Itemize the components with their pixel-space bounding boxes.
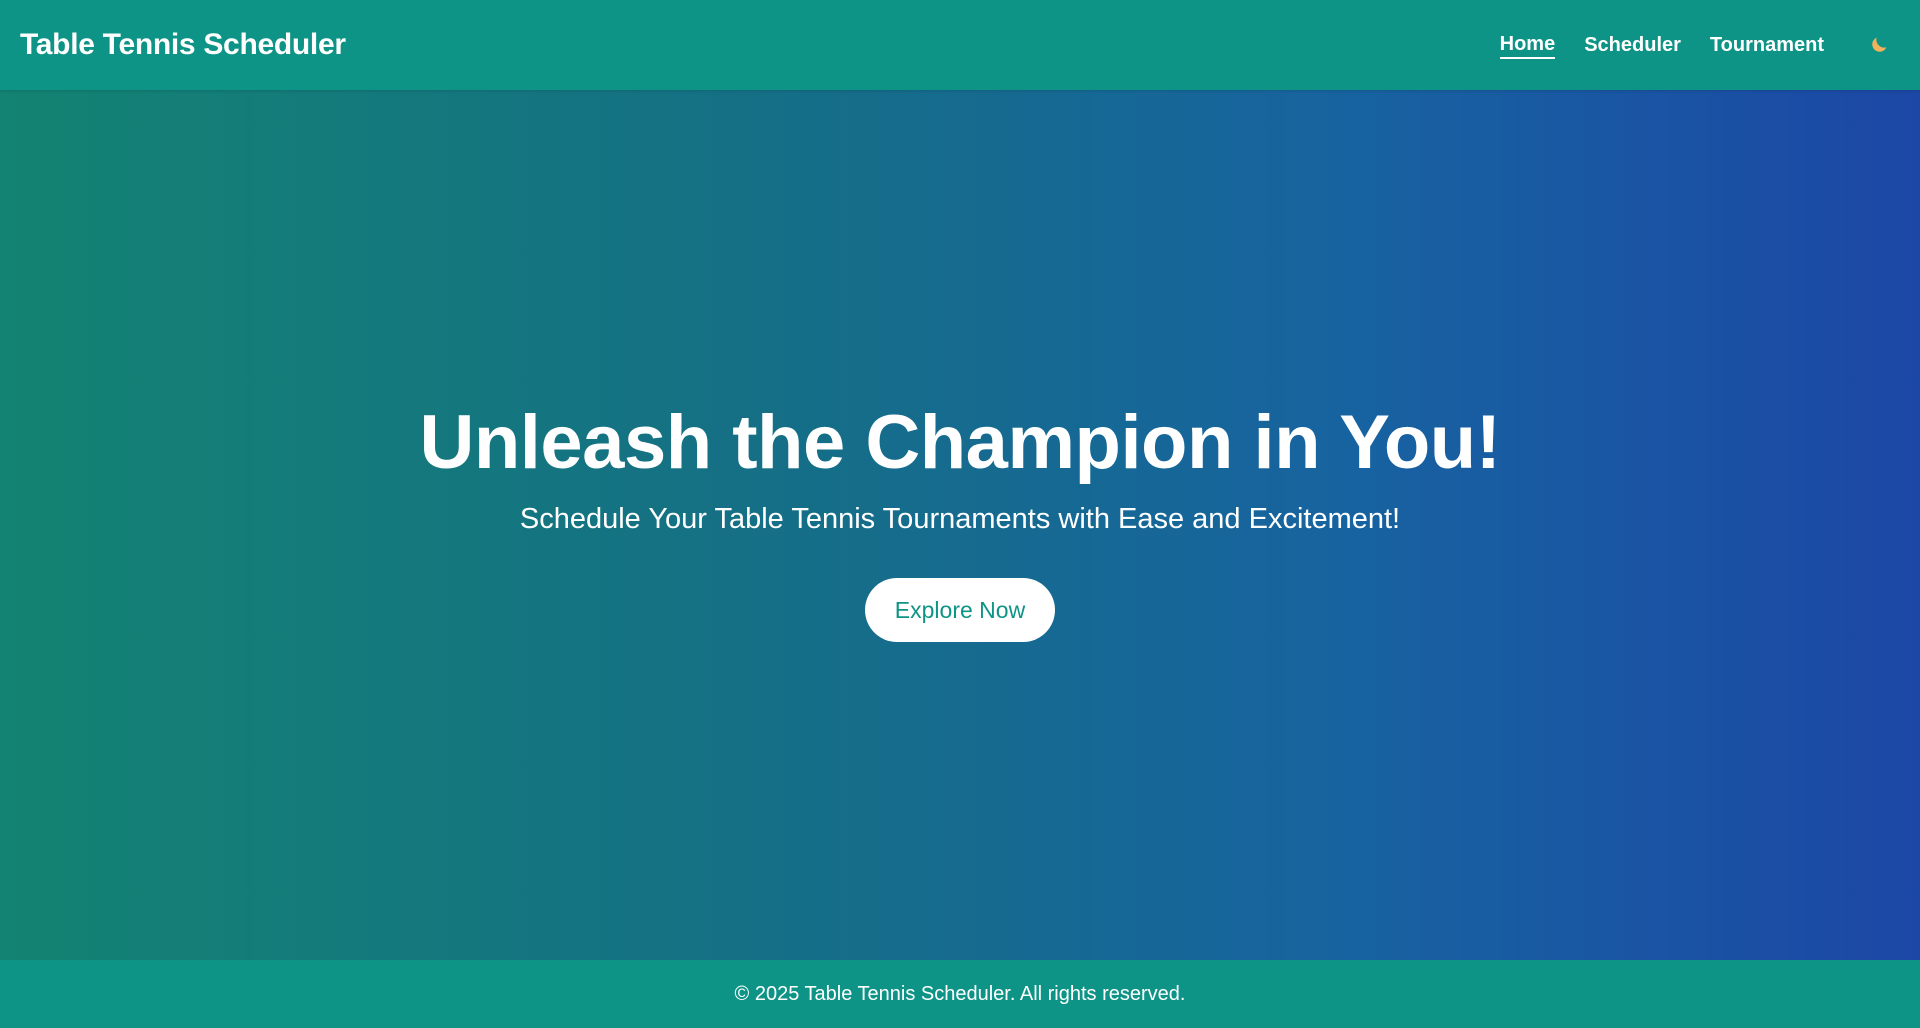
nav-link-tournament[interactable]: Tournament [1710,32,1824,58]
brand-logo-text[interactable]: Table Tennis Scheduler [20,28,346,62]
theme-toggle-button[interactable] [1866,32,1892,58]
moon-icon [1872,37,1887,52]
page-footer: © 2025 Table Tennis Scheduler. All right… [0,960,1920,1028]
footer-copyright: © 2025 Table Tennis Scheduler. All right… [734,982,1186,1005]
nav-link-home[interactable]: Home [1499,31,1556,59]
nav-link-scheduler[interactable]: Scheduler [1584,32,1681,58]
hero-section: Unleash the Champion in You! Schedule Yo… [0,90,1920,960]
explore-now-button[interactable]: Explore Now [865,578,1055,642]
top-navbar: Table Tennis Scheduler Home Scheduler To… [0,0,1920,90]
hero-title: Unleash the Champion in You! [419,400,1501,485]
hero-subtitle: Schedule Your Table Tennis Tournaments w… [519,503,1401,535]
main-nav: Home Scheduler Tournament [1471,31,1900,59]
